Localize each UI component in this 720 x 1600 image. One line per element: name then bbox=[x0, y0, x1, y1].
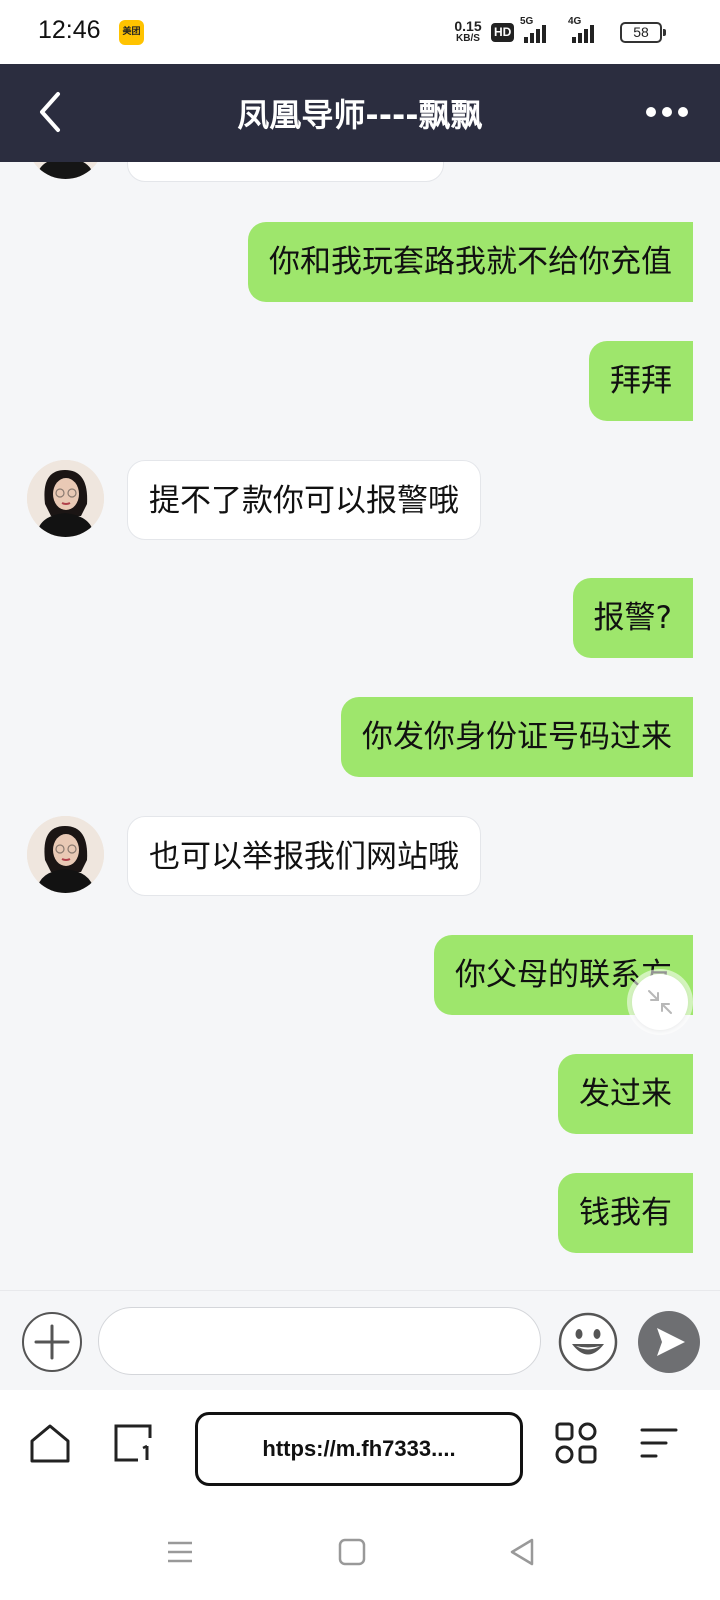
chat-header: 凤凰导师----飘飘 bbox=[0, 64, 720, 162]
signal-5g-icon: 5G bbox=[520, 16, 556, 45]
contact-avatar[interactable] bbox=[27, 162, 104, 179]
message-bubble-received[interactable]: 提不了款你可以报警哦 bbox=[127, 460, 481, 540]
send-arrow-icon bbox=[657, 1328, 685, 1356]
recent-apps-button[interactable] bbox=[162, 1534, 198, 1570]
floating-minimize-button[interactable] bbox=[632, 974, 688, 1030]
system-home-button[interactable] bbox=[334, 1534, 370, 1570]
message-bubble-sent[interactable]: 发过来 bbox=[558, 1054, 693, 1134]
message-bubble-sent[interactable]: 你和我玩套路我就不给你充值 bbox=[248, 222, 693, 302]
message-input[interactable] bbox=[98, 1307, 541, 1375]
contact-avatar[interactable] bbox=[27, 816, 104, 893]
message-bubble-sent[interactable]: 拜拜 bbox=[589, 341, 693, 421]
contact-avatar[interactable] bbox=[27, 460, 104, 537]
system-back-button[interactable] bbox=[504, 1534, 540, 1570]
emoji-button[interactable] bbox=[557, 1311, 619, 1373]
page-title: 凤凰导师----飘飘 bbox=[237, 96, 483, 134]
collapse-arrows-icon bbox=[648, 990, 672, 1014]
network-speed-value: 0.15 bbox=[454, 18, 482, 34]
more-dots-icon bbox=[646, 107, 688, 117]
message-input-bar bbox=[0, 1290, 720, 1390]
network-speed-unit: KB/S bbox=[456, 33, 480, 44]
tabs-button[interactable] bbox=[110, 1420, 156, 1466]
plus-icon bbox=[34, 1324, 70, 1360]
apps-grid-button[interactable] bbox=[553, 1420, 599, 1466]
square-home-icon bbox=[338, 1538, 366, 1566]
tabs-count-icon bbox=[114, 1424, 152, 1462]
menu-button[interactable] bbox=[636, 1420, 682, 1466]
chat-message-list[interactable]: 你和我玩套路我就不给你充值 拜拜 提不了款你可以报警哦 报警? 你发你身份证号码… bbox=[0, 162, 720, 1290]
menu-lines-icon bbox=[640, 1428, 678, 1458]
system-navigation-bar bbox=[0, 1510, 720, 1600]
message-bubble-partial[interactable] bbox=[127, 162, 444, 182]
home-button[interactable] bbox=[27, 1420, 73, 1466]
network-speed: 0.15 KB/S bbox=[450, 19, 486, 44]
battery-icon: 58 bbox=[620, 22, 666, 43]
browser-toolbar: https://m.fh7333.... bbox=[0, 1390, 720, 1510]
message-bubble-sent[interactable]: 钱我有 bbox=[558, 1173, 693, 1253]
address-bar[interactable]: https://m.fh7333.... bbox=[195, 1412, 523, 1486]
status-time: 12:46 bbox=[38, 16, 101, 44]
attach-plus-button[interactable] bbox=[22, 1312, 82, 1372]
signal-4g-icon: 4G bbox=[568, 16, 604, 45]
avatar-image bbox=[27, 162, 104, 179]
hd-voice-icon: HD bbox=[491, 23, 515, 42]
home-icon bbox=[30, 1424, 70, 1463]
screen: 12:46 美团 0.15 KB/S HD 5G 4G 58 凤凰导师----飘… bbox=[0, 0, 720, 1600]
status-bar: 12:46 美团 0.15 KB/S HD 5G 4G 58 bbox=[0, 0, 720, 64]
recent-apps-icon bbox=[168, 1541, 192, 1563]
send-button[interactable] bbox=[638, 1311, 700, 1373]
triangle-back-icon bbox=[510, 1538, 534, 1566]
avatar-image bbox=[27, 816, 104, 893]
more-options-button[interactable] bbox=[642, 94, 692, 130]
message-bubble-sent[interactable]: 报警? bbox=[572, 578, 693, 658]
meituan-app-icon: 美团 bbox=[119, 20, 144, 45]
smiley-icon bbox=[558, 1312, 618, 1372]
message-bubble-sent[interactable]: 你发你身份证号码过来 bbox=[341, 697, 693, 777]
grid-icon bbox=[555, 1422, 597, 1464]
message-bubble-received[interactable]: 也可以举报我们网站哦 bbox=[127, 816, 481, 896]
avatar-image bbox=[27, 460, 104, 537]
